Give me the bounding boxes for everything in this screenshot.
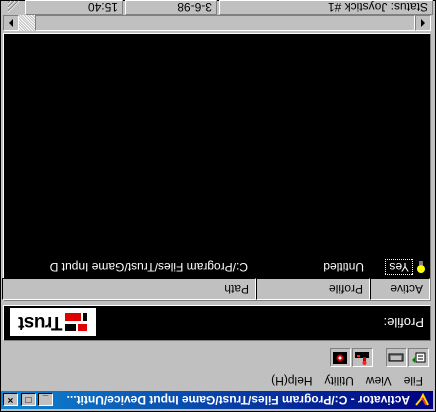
list-row[interactable]: Yes Untitled C:/Program Files/Trust/Game… <box>2 258 430 276</box>
resize-grip-icon <box>7 0 20 13</box>
menu-utility[interactable]: Utility <box>319 374 360 388</box>
close-button[interactable]: × <box>3 393 18 407</box>
active-cell[interactable]: Yes <box>385 259 426 275</box>
column-header-active[interactable]: Active <box>370 278 430 300</box>
status-bar: Status: Joystick #1 3-6-98 15:40 <box>1 0 433 15</box>
scroll-track[interactable] <box>19 15 415 31</box>
joystick-red-icon <box>355 352 370 365</box>
menu-file[interactable]: File <box>398 374 429 388</box>
scroll-left-button[interactable] <box>415 15 431 31</box>
column-header-path[interactable]: Path <box>2 278 256 300</box>
profile-panel: Profile: Trust <box>3 305 431 341</box>
trust-logo: Trust <box>10 308 96 336</box>
status-text: Status: Joystick #1 <box>219 0 433 15</box>
add-profile-button[interactable] <box>408 348 429 368</box>
arrow-left-icon <box>421 19 425 27</box>
scroll-right-button[interactable] <box>3 15 19 31</box>
status-time: 15:40 <box>25 0 123 15</box>
menu-view[interactable]: View <box>360 374 398 388</box>
add-profile-icon <box>412 353 426 364</box>
camera-button[interactable] <box>330 348 351 368</box>
menu-bar: File View Utility Help(H) <box>1 372 433 390</box>
scroll-thumb[interactable] <box>35 15 415 31</box>
title-bar[interactable]: Activator - C:/Program Files/Trust/Game … <box>1 391 433 409</box>
keyboard-button[interactable] <box>386 348 407 368</box>
trust-logo-text: Trust <box>18 312 63 333</box>
column-header-profile[interactable]: Profile <box>256 278 370 300</box>
app-window: Activator - C:/Program Files/Trust/Game … <box>0 0 436 412</box>
resize-grip[interactable] <box>7 0 23 15</box>
toolbar <box>1 346 433 370</box>
profile-label: Profile: <box>383 315 424 331</box>
joystick-button[interactable] <box>352 348 373 368</box>
minimize-icon: _ <box>42 394 49 406</box>
status-date: 3-6-98 <box>125 0 217 15</box>
window-title: Activator - C:/Program Files/Trust/Game … <box>66 393 410 407</box>
maximize-button[interactable]: □ <box>21 393 36 407</box>
arrow-right-icon <box>9 19 13 27</box>
profile-name-cell: Untitled <box>323 260 364 274</box>
horizontal-scrollbar[interactable] <box>3 15 431 31</box>
maximize-icon: □ <box>25 394 32 406</box>
menu-help[interactable]: Help(H) <box>265 374 318 388</box>
list-header: Active Profile Path <box>2 278 430 300</box>
minimize-button[interactable]: _ <box>38 393 53 407</box>
camera-icon <box>333 352 348 364</box>
path-cell: C:/Program Files/Trust/Game Input D <box>49 260 248 274</box>
close-icon: × <box>7 394 14 406</box>
profiles-list[interactable]: Active Profile Path Yes Untitled C:/Prog… <box>2 33 431 301</box>
activator-app-icon[interactable] <box>414 392 430 408</box>
trust-mark-icon <box>65 313 88 331</box>
lightbulb-icon <box>417 261 425 273</box>
keyboard-icon <box>389 353 404 362</box>
active-value: Yes <box>385 259 413 275</box>
